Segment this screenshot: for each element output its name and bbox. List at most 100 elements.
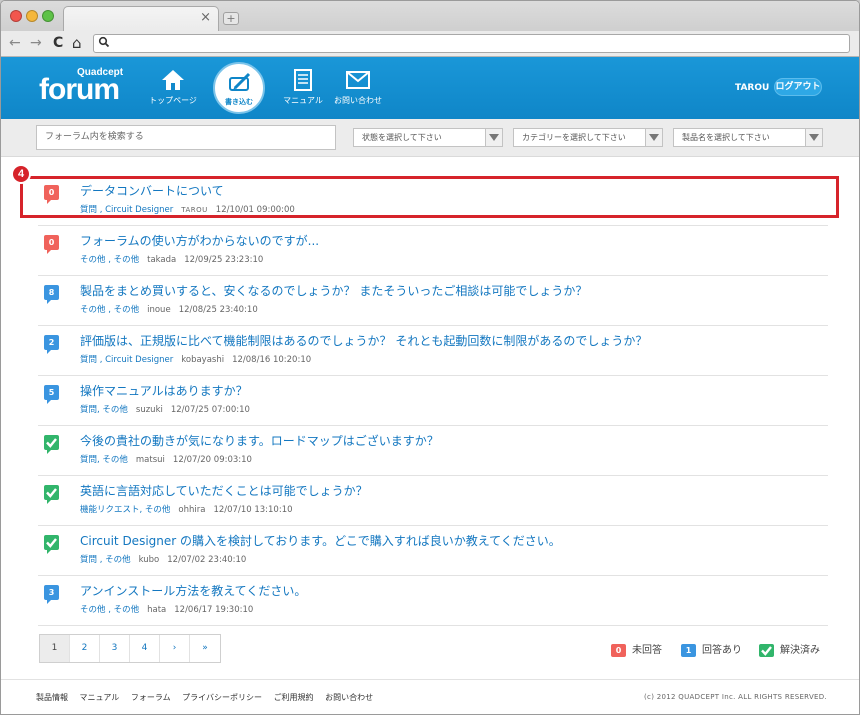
next-page-button[interactable]: › — [160, 635, 190, 662]
nav-manual[interactable]: マニュアル — [281, 69, 325, 106]
thread-meta: 質問 , その他 kubo 12/07/02 23:40:10 — [80, 553, 246, 565]
thread-row[interactable]: 2 評価版は、正規版に比べて機能制限はあるのでしょうか？ それとも起動回数に制限… — [38, 326, 828, 376]
resolved-check-icon — [44, 535, 59, 554]
thread-categories[interactable]: 質問, その他 — [80, 455, 128, 465]
tab-strip: × + — [1, 1, 859, 31]
pagination: 1 2 3 4 › » — [39, 634, 221, 663]
minimize-window-button[interactable] — [26, 10, 38, 22]
legend-resolved-label: 解決済み — [780, 645, 820, 656]
page-2-button[interactable]: 2 — [70, 635, 100, 662]
thread-categories[interactable]: その他 , その他 — [80, 305, 139, 315]
nav-top-page[interactable]: トップページ — [149, 69, 197, 106]
thread-meta: その他 , その他 takada 12/09/25 23:23:10 — [80, 253, 263, 265]
product-select[interactable]: 製品名を選択して下さい — [673, 128, 823, 147]
thread-title-link[interactable]: 製品をまとめ買いすると、安くなるのでしょうか？ またそういったご相談は可能でしょ… — [80, 282, 587, 299]
filter-bar: フォーラム内を検索する 状態を選択して下さい カテゴリーを選択して下さい 製品名… — [1, 119, 859, 157]
thread-row[interactable]: 英語に言語対応していただくことは可能でしょうか？ 機能リクエスト, その他 ohh… — [38, 476, 828, 526]
legend-answered: 1 回答あり — [681, 641, 742, 657]
thread-title-link[interactable]: アンインストール方法を教えてください。 — [80, 582, 306, 599]
thread-date: 12/06/17 19:30:10 — [174, 605, 254, 615]
footer-link-contact[interactable]: お問い合わせ — [325, 693, 373, 702]
thread-row[interactable]: 8 製品をまとめ買いすると、安くなるのでしょうか？ またそういったご相談は可能で… — [38, 276, 828, 326]
footer-link-terms[interactable]: ご利用規約 — [274, 693, 314, 702]
chevron-down-icon — [805, 129, 822, 146]
footer-links: 製品情報 マニュアル フォーラム プライバシーポリシー ご利用規約 お問い合わせ — [36, 692, 382, 703]
browser-tab[interactable]: × — [63, 6, 219, 31]
footer-link-products[interactable]: 製品情報 — [36, 693, 68, 702]
close-window-button[interactable] — [10, 10, 22, 22]
unanswered-badge-icon: 0 — [611, 643, 626, 657]
pen-write-icon — [229, 72, 251, 91]
tab-close-icon[interactable]: × — [200, 10, 211, 25]
status-select-value: 状態を選択して下さい — [362, 133, 442, 142]
answer-count-badge: 8 — [44, 285, 59, 304]
legend-resolved: 解決済み — [759, 641, 820, 657]
thread-meta: その他 , その他 inoue 12/08/25 23:40:10 — [80, 303, 258, 315]
page-3-button[interactable]: 3 — [100, 635, 130, 662]
new-tab-button[interactable]: + — [223, 12, 239, 25]
thread-author: hata — [147, 605, 167, 615]
browser-window: × + ← → C ⌂ Quadcept forum トップページ 書き込む マ… — [0, 0, 860, 715]
thread-row[interactable]: 3 アンインストール方法を教えてください。 その他 , その他 hata 12/06… — [38, 576, 828, 626]
thread-row[interactable]: Circuit Designer の購入を検討しております。どこで購入すれば良い… — [38, 526, 828, 576]
thread-categories[interactable]: その他 , その他 — [80, 605, 139, 615]
logo-title: forum — [39, 73, 120, 106]
status-select[interactable]: 状態を選択して下さい — [353, 128, 503, 147]
chevron-down-icon — [645, 129, 662, 146]
home-icon — [162, 70, 184, 90]
thread-date: 12/07/20 09:03:10 — [172, 455, 252, 465]
thread-title-link[interactable]: Circuit Designer の購入を検討しております。どこで購入すれば良い… — [80, 532, 561, 549]
zoom-window-button[interactable] — [42, 10, 54, 22]
thread-title-link[interactable]: 評価版は、正規版に比べて機能制限はあるのでしょうか？ それとも起動回数に制限があ… — [80, 332, 647, 349]
thread-categories[interactable]: 機能リクエスト, その他 — [80, 505, 170, 515]
thread-categories[interactable]: 質問 , Circuit Designer — [80, 355, 173, 365]
thread-row[interactable]: 0 フォーラムの使い方がわからないのですが... その他 , その他 takada… — [38, 226, 828, 276]
search-icon — [98, 36, 110, 48]
thread-categories[interactable]: 質問 , その他 — [80, 555, 131, 565]
footer-link-privacy[interactable]: プライバシーポリシー — [182, 693, 262, 702]
thread-title-link[interactable]: 操作マニュアルはありますか？ — [80, 382, 248, 399]
reload-icon[interactable]: C — [53, 35, 63, 51]
post-button[interactable]: 書き込む — [213, 62, 265, 114]
thread-title-link[interactable]: 今後の貴社の動きが気になります。ロードマップはございますか？ — [80, 432, 439, 449]
forward-arrow-icon[interactable]: → — [30, 35, 42, 51]
last-page-button[interactable]: » — [190, 635, 220, 662]
thread-categories[interactable]: その他 , その他 — [80, 255, 139, 265]
thread-title-link[interactable]: フォーラムの使い方がわからないのですが... — [80, 232, 319, 249]
chevron-down-icon — [485, 129, 502, 146]
mail-envelope-icon — [346, 71, 370, 89]
thread-date: 12/09/25 23:23:10 — [184, 255, 264, 265]
category-select[interactable]: カテゴリーを選択して下さい — [513, 128, 663, 147]
thread-author: suzuki — [135, 405, 163, 415]
document-icon — [294, 69, 312, 91]
legend-unanswered-label: 未回答 — [632, 645, 662, 656]
back-arrow-icon[interactable]: ← — [9, 35, 21, 51]
product-select-value: 製品名を選択して下さい — [682, 133, 770, 142]
footer-link-forum[interactable]: フォーラム — [131, 693, 171, 702]
highlight-box — [20, 176, 839, 218]
answered-badge-icon: 1 — [681, 643, 696, 657]
thread-author: inoue — [147, 305, 171, 315]
page-4-button[interactable]: 4 — [130, 635, 160, 662]
footer: 製品情報 マニュアル フォーラム プライバシーポリシー ご利用規約 お問い合わせ… — [1, 679, 859, 714]
logout-button[interactable]: ログアウト — [774, 78, 822, 96]
legend-answered-label: 回答あり — [702, 645, 742, 656]
nav-top-page-label: トップページ — [149, 96, 197, 105]
home-icon[interactable]: ⌂ — [72, 35, 82, 51]
copyright: (c) 2012 QUADCEPT Inc. ALL RIGHTS RESERV… — [644, 693, 827, 701]
address-bar[interactable] — [93, 34, 850, 53]
step-number-badge: 4 — [11, 164, 31, 184]
forum-search-input[interactable]: フォーラム内を検索する — [36, 125, 336, 150]
thread-row[interactable]: 今後の貴社の動きが気になります。ロードマップはございますか？ 質問, その他 ma… — [38, 426, 828, 476]
answer-count-badge: 5 — [44, 385, 59, 404]
thread-categories[interactable]: 質問, その他 — [80, 405, 128, 415]
thread-meta: 質問, その他 suzuki 12/07/25 07:00:10 — [80, 403, 250, 415]
thread-title-link[interactable]: 英語に言語対応していただくことは可能でしょうか？ — [80, 482, 368, 499]
nav-contact[interactable]: お問い合わせ — [334, 69, 382, 106]
thread-row[interactable]: 5 操作マニュアルはありますか？ 質問, その他 suzuki 12/07/25 0… — [38, 376, 828, 426]
thread-meta: 機能リクエスト, その他 ohhira 12/07/10 13:10:10 — [80, 503, 293, 515]
page-1-button[interactable]: 1 — [40, 635, 70, 662]
thread-author: ohhira — [178, 505, 206, 515]
nav-contact-label: お問い合わせ — [334, 96, 382, 105]
footer-link-manual[interactable]: マニュアル — [80, 693, 120, 702]
